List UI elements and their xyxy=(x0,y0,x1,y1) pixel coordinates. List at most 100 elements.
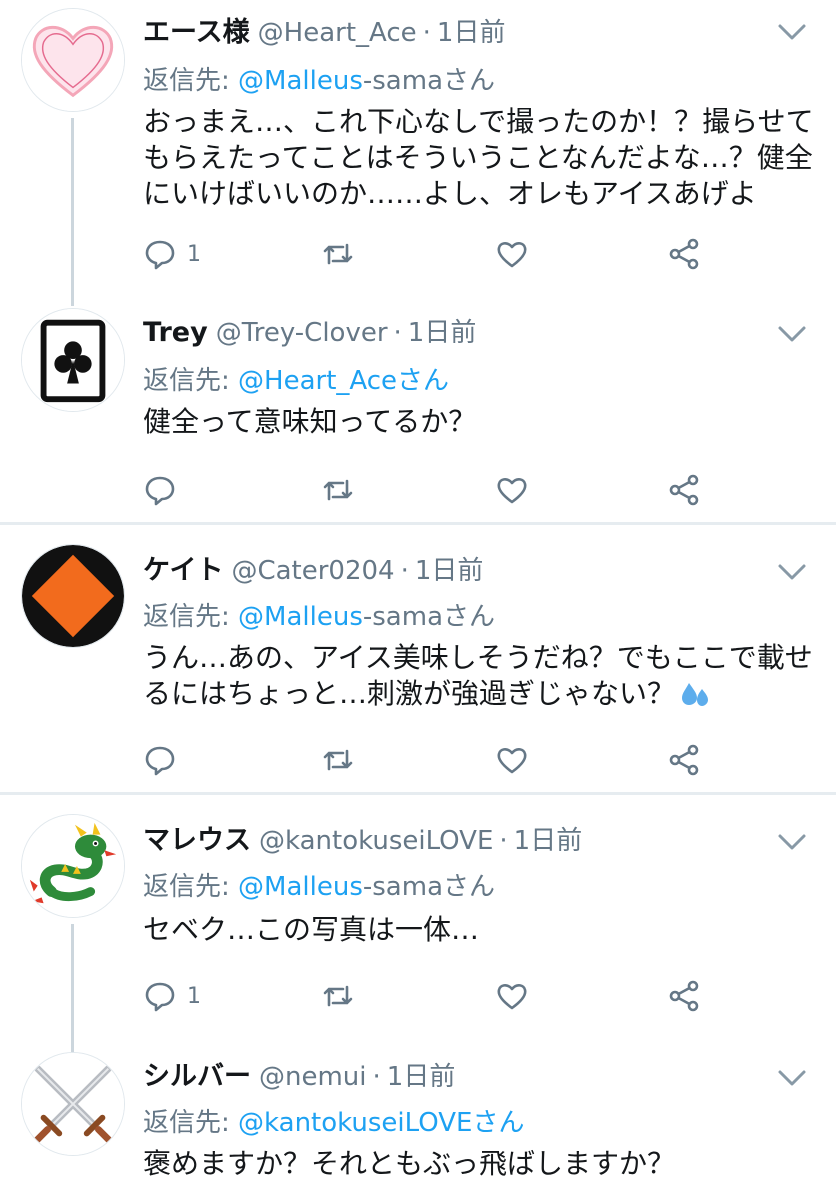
display-name[interactable]: マレウス xyxy=(143,818,251,857)
like-button[interactable] xyxy=(495,976,529,1016)
tweet-divider xyxy=(0,792,836,795)
reply-count: 1 xyxy=(187,241,201,267)
tweet-header: マレウス @kantokuseiLOVE · 1日前 xyxy=(143,818,582,858)
share-icon xyxy=(669,980,699,1012)
chevron-down-icon[interactable] xyxy=(776,20,808,44)
share-icon xyxy=(669,474,699,506)
display-name[interactable]: エース様 xyxy=(143,10,250,49)
reply-mention: @Heart_Ace xyxy=(238,366,398,396)
reply-button[interactable]: 1 xyxy=(143,976,201,1016)
retweet-button[interactable] xyxy=(321,976,355,1016)
reply-count: 1 xyxy=(187,983,201,1009)
tweet-header: ケイト @Cater0204 · 1日前 xyxy=(143,548,483,588)
tweet-actions xyxy=(143,740,723,780)
tweet-text: 褒めますか？それともぶっ飛ばしますか？ xyxy=(143,1147,676,1180)
tweet-text-content: うん…あの、アイス美味しそうだね？でもここで載せるにはちょっと…刺激が強過ぎじゃ… xyxy=(143,641,813,710)
reply-context: 返信先: @Heart_Aceさん xyxy=(143,360,449,397)
separator: · xyxy=(499,826,508,856)
share-icon xyxy=(669,238,699,270)
timestamp[interactable]: 1日前 xyxy=(415,550,484,587)
tweet-actions xyxy=(143,470,723,510)
reply-prefix: 返信先: xyxy=(143,872,239,902)
reply-prefix: 返信先: xyxy=(143,1108,239,1138)
like-button[interactable] xyxy=(495,470,529,510)
retweet-icon xyxy=(323,749,353,771)
retweet-button[interactable] xyxy=(321,234,355,274)
dragon-icon xyxy=(22,815,124,917)
reply-suffix: さん xyxy=(397,366,450,396)
reply-context: 返信先: @Malleus-samaさん xyxy=(143,596,495,633)
separator: · xyxy=(393,318,402,348)
display-name[interactable]: ケイト xyxy=(143,548,223,587)
share-button[interactable] xyxy=(667,976,701,1016)
tweet-actions: 1 xyxy=(143,976,723,1016)
timestamp[interactable]: 1日前 xyxy=(514,820,583,857)
reply-prefix: 返信先: xyxy=(143,66,239,96)
reply-icon xyxy=(145,240,175,270)
chevron-down-icon[interactable] xyxy=(776,1066,808,1090)
tweet-actions: 1 xyxy=(143,234,723,274)
user-handle[interactable]: @Cater0204 xyxy=(231,556,394,586)
like-icon xyxy=(497,984,527,1010)
avatar[interactable] xyxy=(21,544,125,648)
avatar[interactable] xyxy=(21,814,125,918)
thread-line xyxy=(71,924,74,1052)
reply-context: 返信先: @kantokuseiLOVEさん xyxy=(143,1102,524,1139)
reply-prefix: 返信先: xyxy=(143,602,239,632)
separator: · xyxy=(372,1062,381,1092)
user-handle[interactable]: @nemui xyxy=(259,1062,367,1092)
heart-icon xyxy=(22,9,124,111)
tweet-text: おっまえ…、これ下心なしで撮ったのか！？撮らせてもらえたってことはそういうことな… xyxy=(143,105,814,210)
reply-mention-link[interactable]: @Malleus xyxy=(238,872,363,902)
reply-button[interactable]: 1 xyxy=(143,234,201,274)
reply-mention-link[interactable]: @Malleus xyxy=(238,66,363,96)
reply-suffix: -samaさん xyxy=(362,602,495,632)
user-handle[interactable]: @Heart_Ace xyxy=(258,18,417,48)
tweet-header: シルバー @nemui · 1日前 xyxy=(143,1054,455,1094)
timestamp[interactable]: 1日前 xyxy=(437,12,506,49)
chevron-down-icon[interactable] xyxy=(776,560,808,584)
avatar[interactable] xyxy=(21,8,125,112)
timestamp[interactable]: 1日前 xyxy=(408,312,477,349)
diamond-icon xyxy=(22,545,124,647)
reply-mention: @kantokuseiLOVE xyxy=(238,1108,473,1138)
reply-mention-link[interactable]: @Heart_Aceさん xyxy=(238,366,449,396)
user-handle[interactable]: @kantokuseiLOVE xyxy=(259,826,493,856)
retweet-button[interactable] xyxy=(321,470,355,510)
retweet-icon xyxy=(323,479,353,501)
retweet-button[interactable] xyxy=(321,740,355,780)
chevron-down-icon[interactable] xyxy=(776,830,808,854)
club-card-icon xyxy=(22,309,124,411)
reply-button[interactable] xyxy=(143,470,177,510)
reply-suffix: -samaさん xyxy=(362,66,495,96)
reply-suffix: -samaさん xyxy=(362,872,495,902)
tweet-divider xyxy=(0,522,836,525)
reply-mention-link[interactable]: @kantokuseiLOVEさん xyxy=(238,1108,524,1138)
reply-icon xyxy=(145,746,175,776)
chevron-down-icon[interactable] xyxy=(776,322,808,346)
share-button[interactable] xyxy=(667,470,701,510)
avatar[interactable] xyxy=(21,308,125,412)
share-button[interactable] xyxy=(667,740,701,780)
crossed-swords-icon xyxy=(22,1053,124,1155)
like-button[interactable] xyxy=(495,234,529,274)
display-name[interactable]: Trey xyxy=(143,317,208,348)
reply-context: 返信先: @Malleus-samaさん xyxy=(143,866,495,903)
like-button[interactable] xyxy=(495,740,529,780)
display-name[interactable]: シルバー xyxy=(143,1054,251,1093)
share-icon xyxy=(669,744,699,776)
share-button[interactable] xyxy=(667,234,701,274)
reply-button[interactable] xyxy=(143,740,177,780)
tweet-header: Trey @Trey-Clover · 1日前 xyxy=(143,312,476,352)
tweet-text: 健全って意味知ってるか？ xyxy=(143,405,477,438)
tweet-text: うん…あの、アイス美味しそうだね？でもここで載せるにはちょっと…刺激が強過ぎじゃ… xyxy=(143,640,823,712)
timestamp[interactable]: 1日前 xyxy=(387,1056,456,1093)
tweet-header: エース様 @Heart_Ace · 1日前 xyxy=(143,10,505,50)
reply-icon xyxy=(145,476,175,506)
user-handle[interactable]: @Trey-Clover xyxy=(216,318,388,348)
tweet-text: セベク…この写真は一体… xyxy=(143,913,480,946)
separator: · xyxy=(400,556,409,586)
retweet-icon xyxy=(323,243,353,265)
avatar[interactable] xyxy=(21,1052,125,1156)
reply-mention-link[interactable]: @Malleus xyxy=(238,602,363,632)
